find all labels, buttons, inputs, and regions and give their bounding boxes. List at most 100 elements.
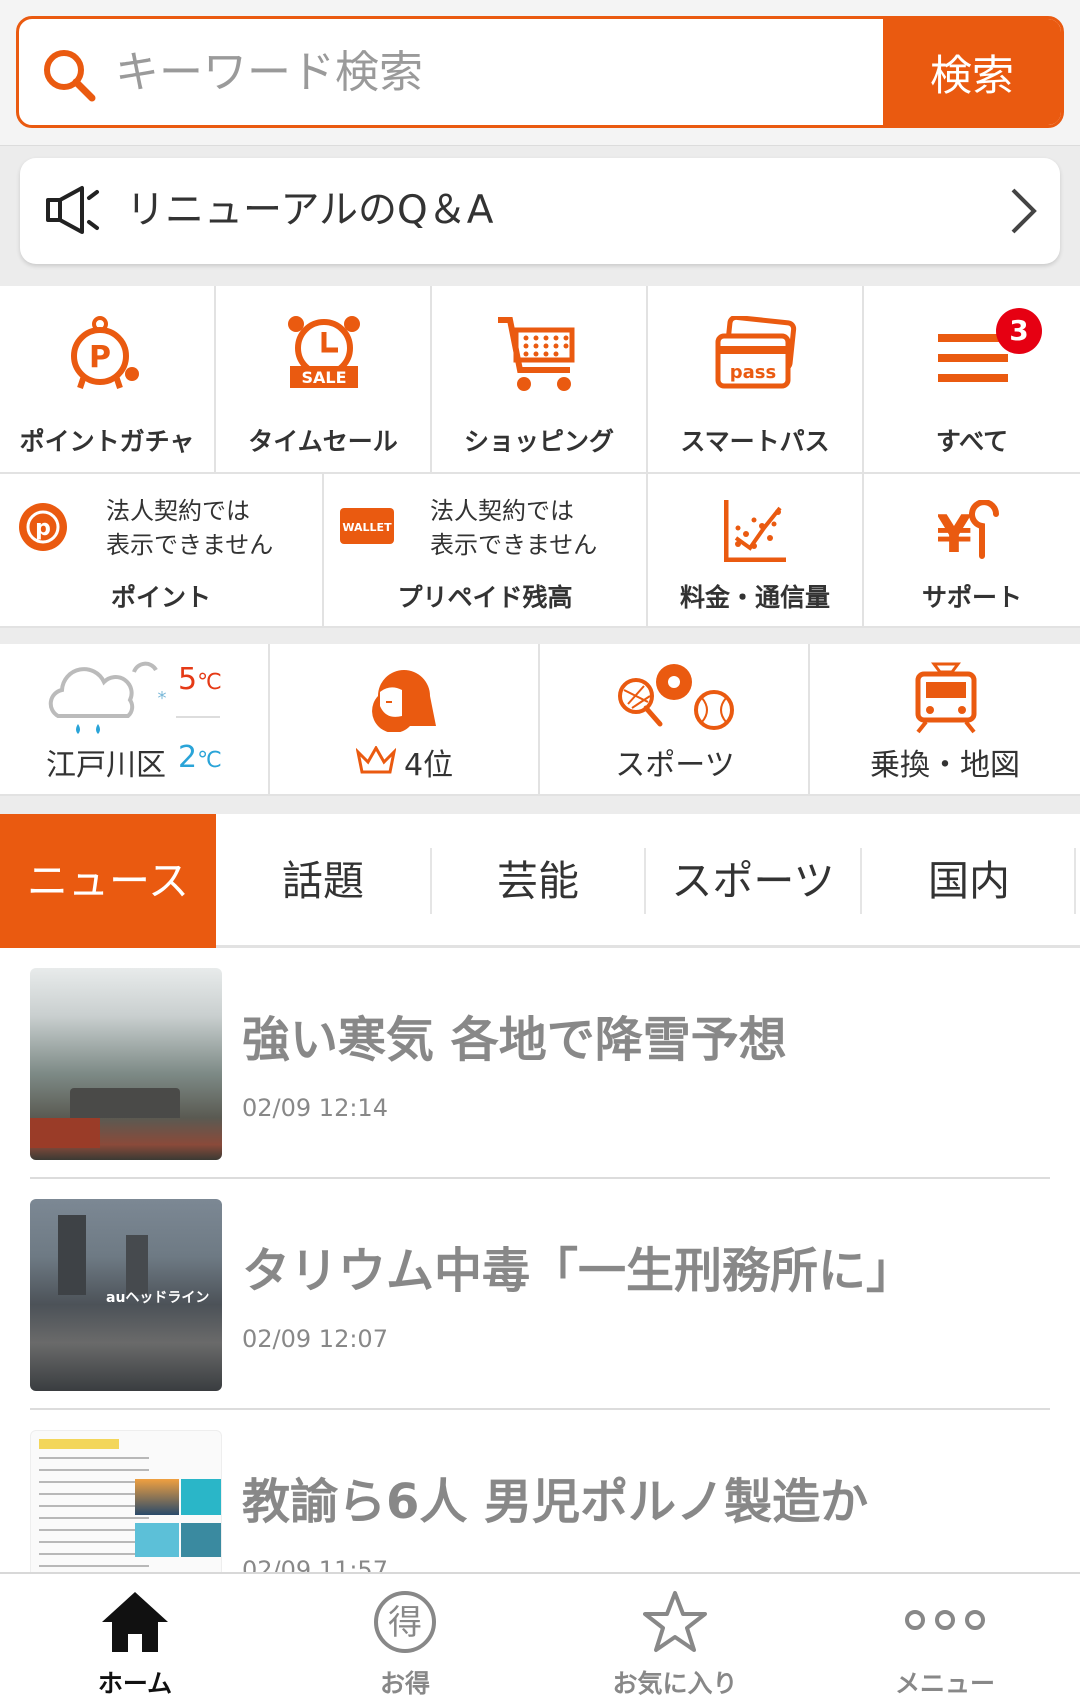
svg-text:P: P: [89, 340, 111, 375]
news-item[interactable]: auヘッドライン タリウム中毒「一生刑務所に」 02/09 12:07: [30, 1179, 1050, 1407]
shortcut-label: ポイントガチャ: [19, 427, 195, 456]
usage-card[interactable]: 料金・通信量: [648, 474, 864, 628]
thumbnail-heading: [39, 1439, 119, 1449]
tab-domestic[interactable]: 国内: [862, 814, 1076, 948]
support-card[interactable]: ¥ サポート: [864, 474, 1080, 628]
news-time: 02/09 12:07: [242, 1325, 388, 1353]
weather-widget[interactable]: * 5℃ 江戸川区 2℃: [0, 644, 270, 796]
search-area: 検索: [0, 0, 1080, 146]
news-list: 強い寒気 各地で降雪予想 02/09 12:14 auヘッドライン タリウム中毒…: [0, 948, 1080, 1572]
point-label: ポイント: [110, 583, 211, 612]
point-balance-card[interactable]: p 法人契約では 表示できません ポイント: [0, 474, 324, 628]
prepaid-note-line2: 表示できません: [430, 531, 598, 559]
sports-widget[interactable]: スポーツ: [540, 644, 810, 796]
point-note-line2: 表示できません: [106, 531, 274, 559]
svg-text:*: *: [158, 688, 167, 709]
news-item[interactable]: 教諭ら6人 男児ポルノ製造か 02/09 11:57: [30, 1410, 1050, 1572]
nav-menu[interactable]: メニュー: [810, 1574, 1080, 1705]
cart-icon: [498, 317, 575, 391]
thumbnail-caption: auヘッドライン: [106, 1290, 210, 1306]
nav-favorites[interactable]: お気に入り: [540, 1574, 810, 1705]
svg-text:p: p: [35, 516, 51, 541]
temp-low: 2℃: [178, 740, 222, 775]
shortcut-smart-pass[interactable]: pass スマートパス: [648, 286, 864, 474]
thumbnail-tower: [126, 1235, 148, 1295]
shortcut-shopping[interactable]: ショッピング: [432, 286, 648, 474]
shortcut-label: すべて: [935, 427, 1009, 456]
nav-deals[interactable]: 得 お得: [270, 1574, 540, 1705]
sports-balls-icon: [618, 664, 734, 730]
sports-label: スポーツ: [615, 748, 735, 783]
thumbnail-roofs: [70, 1088, 180, 1118]
shortcut-label: ショッピング: [463, 427, 614, 456]
shortcut-all[interactable]: 3 すべて: [864, 286, 1080, 474]
news-thumbnail: [30, 1430, 222, 1572]
account-row: p 法人契約では 表示できません ポイント WALLET 法人契約では 表示でき…: [0, 474, 1080, 628]
search-button[interactable]: 検索: [883, 19, 1061, 125]
point-coin-icon: p: [19, 503, 67, 551]
news-item[interactable]: 強い寒気 各地で降雪予想 02/09 12:14: [30, 948, 1050, 1176]
shortcut-time-sale[interactable]: SALE タイムセール: [216, 286, 432, 474]
search-icon: [44, 50, 96, 102]
prepaid-note-line1: 法人契約では: [430, 497, 574, 525]
nav-label: メニュー: [894, 1669, 995, 1698]
search-input[interactable]: [115, 19, 895, 125]
thumbnail-photo: [135, 1523, 179, 1557]
search-box: 検索: [16, 16, 1064, 128]
thumbnail-building: [30, 1118, 100, 1148]
shortcut-label: スマートパス: [680, 427, 830, 456]
renewal-qa-label: リニューアルのQ＆A: [126, 188, 494, 233]
thumbnail-tower: [58, 1215, 86, 1295]
train-icon: [915, 662, 977, 734]
news-thumbnail: [30, 968, 222, 1160]
megaphone-icon: [46, 186, 99, 234]
temp-high: 5℃: [178, 662, 222, 697]
tab-news[interactable]: ニュース: [0, 814, 216, 948]
point-gacha-icon: P: [71, 316, 139, 389]
category-tabs: ニュース 話題 芸能 スポーツ 国内: [0, 814, 1080, 948]
fortune-rank: 4位: [404, 748, 454, 783]
fortune-widget[interactable]: 4位: [270, 644, 540, 796]
info-row: * 5℃ 江戸川区 2℃ 4位 スポーツ 乗換・地図: [0, 644, 1080, 796]
tab-entertainment[interactable]: 芸能: [432, 814, 644, 948]
svg-text:WALLET: WALLET: [342, 521, 392, 534]
weather-cloud-snow-icon: *: [48, 661, 167, 734]
pass-card-icon: pass: [715, 316, 797, 389]
sale-clock-icon: SALE: [288, 316, 360, 388]
nav-label: お得: [379, 1669, 430, 1698]
tab-sports[interactable]: スポーツ: [646, 814, 860, 948]
wallet-icon: WALLET: [340, 508, 394, 544]
thumbnail-photo: [135, 1479, 179, 1515]
nav-home[interactable]: ホーム: [0, 1574, 270, 1705]
renewal-qa-banner[interactable]: リニューアルのQ＆A: [20, 158, 1060, 264]
support-icon: ¥: [938, 500, 999, 560]
news-title: 強い寒気 各地で降雪予想: [242, 1012, 787, 1068]
tab-topics[interactable]: 話題: [216, 814, 430, 948]
fortune-face-icon: [372, 670, 436, 732]
shortcut-point-gacha[interactable]: P ポイントガチャ: [0, 286, 216, 474]
more-dots-icon: [905, 1610, 985, 1630]
svg-text:pass: pass: [730, 362, 776, 383]
home-screen: 検索 リニューアルのQ＆A P ポイントガチャ: [0, 0, 1080, 1705]
tab-separator: [1074, 848, 1076, 914]
news-thumbnail: auヘッドライン: [30, 1199, 222, 1391]
svg-text:得: 得: [388, 1603, 422, 1643]
transit-label: 乗換・地図: [870, 748, 1020, 783]
transit-widget[interactable]: 乗換・地図: [810, 644, 1080, 796]
prepaid-label: プリペイド残高: [397, 583, 573, 612]
news-time: 02/09 11:57: [242, 1556, 388, 1572]
support-label: サポート: [921, 583, 1022, 612]
news-title: 教諭ら6人 男児ポルノ製造か: [242, 1474, 869, 1530]
weather-location: 江戸川区: [46, 748, 166, 783]
news-title: タリウム中毒「一生刑務所に」: [242, 1243, 915, 1299]
usage-label: 料金・通信量: [679, 583, 830, 612]
home-icon: [102, 1592, 168, 1652]
crown-icon: [356, 746, 396, 774]
svg-text:¥: ¥: [938, 505, 972, 560]
prepaid-balance-card[interactable]: WALLET 法人契約では 表示できません プリペイド残高: [324, 474, 648, 628]
bottom-navigation: ホーム 得 お得 お気に入り メニュー: [0, 1572, 1080, 1705]
shortcut-label: タイムセール: [248, 427, 398, 456]
shortcut-grid: P ポイントガチャ SALE タイムセール ショッピング pass スマートパス…: [0, 286, 1080, 474]
thumbnail-photo: [181, 1523, 221, 1557]
thumbnail-photo: [181, 1479, 221, 1515]
